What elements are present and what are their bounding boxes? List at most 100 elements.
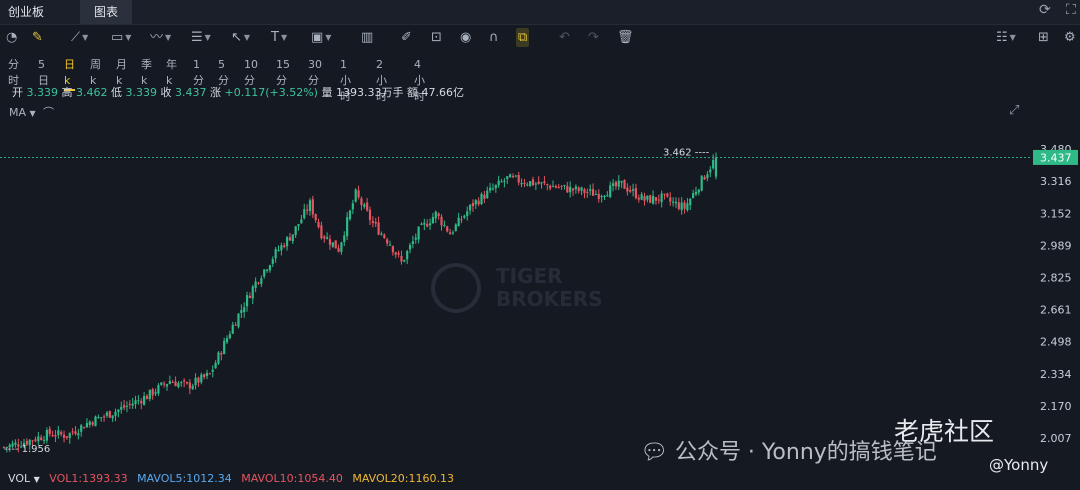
candle-body (646, 195, 649, 200)
candle-body (591, 189, 595, 196)
candle-body (589, 189, 592, 191)
candle-body (105, 412, 109, 416)
candle-body (203, 374, 206, 378)
caret-down-icon: ▼ (29, 109, 36, 118)
redo-icon[interactable]: ↷ (588, 28, 599, 47)
text-tool[interactable]: T ▼ (271, 28, 287, 47)
candle-body (388, 244, 392, 246)
candle-body (531, 179, 535, 186)
candle-body (323, 236, 326, 239)
tab-chart[interactable]: 图表 (80, 0, 132, 24)
candle-body (400, 255, 403, 262)
candle-body (611, 183, 615, 186)
indicator-selector[interactable]: MA ▼ ⌒ (9, 104, 54, 120)
candle-body (300, 219, 303, 224)
pencil-icon[interactable]: ✎ (32, 28, 43, 47)
y-tick-label: 2.661 (1040, 304, 1072, 317)
pattern-tool[interactable]: 〰 ▼ (150, 28, 171, 47)
candle-body (431, 216, 435, 224)
candle-body (188, 382, 191, 389)
candle-body (197, 377, 200, 383)
link-icon[interactable]: ⧉ (516, 28, 530, 47)
label-tool[interactable]: ▣ ▼ (311, 28, 331, 47)
candle-body (80, 425, 83, 432)
candle-body (560, 185, 563, 187)
candle-body (297, 224, 300, 227)
candle-body (114, 411, 117, 416)
candle-body (128, 403, 131, 405)
tiger-watermark: TIGER BROKERS (431, 263, 603, 313)
candle-body (120, 406, 123, 410)
candle-body (145, 395, 149, 400)
y-tick-label: 2.170 (1040, 400, 1072, 413)
candle-body (703, 176, 706, 180)
vol-selector[interactable]: VOL ▼ (8, 472, 40, 485)
candle-body (291, 234, 294, 242)
candle-body (594, 194, 598, 196)
candle-body (634, 188, 638, 199)
candle-body (183, 380, 186, 382)
candle-body (243, 307, 246, 313)
candle-body (694, 191, 698, 195)
candle-body (111, 415, 114, 419)
tab-chinext[interactable]: 创业板 (8, 0, 58, 24)
candle-body (285, 237, 289, 247)
candle-body (248, 295, 252, 298)
candle-body (543, 181, 546, 184)
candle-body (260, 278, 263, 284)
candle-body (617, 180, 620, 187)
fullscreen-icon[interactable]: ⛶ (1066, 2, 1076, 18)
candle-body (629, 189, 632, 192)
eraser-icon[interactable]: ✐ (401, 28, 412, 47)
candle-body (526, 184, 529, 186)
visibility-icon[interactable]: ⌒ (43, 106, 54, 119)
lock-icon[interactable]: ⊡ (431, 28, 442, 47)
candle-body (85, 423, 89, 428)
candle-body (377, 222, 380, 235)
volume-label: 量 (321, 86, 333, 99)
candle-body (597, 193, 600, 199)
eye-icon[interactable]: ◉ (460, 28, 471, 47)
grid-icon[interactable]: ⊞ (1038, 28, 1049, 47)
bar-chart-icon[interactable]: ▥ (361, 28, 373, 47)
undo-icon[interactable]: ↶ (559, 28, 570, 47)
candle-body (240, 310, 243, 313)
settings-icon[interactable]: ⚙ (1064, 28, 1076, 47)
candle-body (509, 174, 512, 178)
rectangle-tool[interactable]: ▭ ▼ (111, 28, 131, 47)
refresh-icon[interactable]: ⟳ (1039, 2, 1051, 18)
trash-icon[interactable]: 🗑︎ (617, 28, 634, 47)
low-label: 低 (111, 86, 122, 99)
candle-body (168, 380, 171, 384)
magnet-icon[interactable]: ∩ (489, 28, 499, 47)
expand-icon[interactable]: ⤢ (1009, 103, 1019, 118)
candle-body (654, 197, 658, 201)
open-label: 开 (12, 86, 23, 99)
wechat-icon: 💬︎ (640, 440, 668, 465)
candle-body (205, 372, 209, 377)
trendline-tool[interactable]: ⟋ ▼ (71, 28, 88, 47)
candle-body (397, 252, 400, 255)
candle-body (157, 385, 160, 394)
arrow-tool[interactable]: ↖ ▼ (231, 28, 250, 47)
candle-body (151, 389, 154, 396)
candle-body (94, 416, 97, 427)
candle-body (380, 233, 383, 235)
gauge-icon[interactable]: ◔ (6, 28, 17, 47)
candle-body (451, 232, 455, 234)
candle-body (649, 195, 652, 203)
candle-body (423, 222, 426, 225)
y-tick-label: 2.007 (1040, 432, 1072, 445)
candle-body (165, 384, 169, 387)
candle-body (403, 260, 406, 262)
watermark-tiger: TIGER (496, 264, 563, 288)
candle-body (574, 186, 577, 190)
candle-body (185, 381, 189, 384)
candle-body (623, 179, 626, 189)
candle-body (428, 223, 432, 226)
candle-body (417, 226, 420, 240)
candle-body (348, 210, 352, 220)
fib-tool[interactable]: ☰ ▼ (191, 28, 211, 47)
candle-body (557, 186, 560, 188)
layout-icon[interactable]: ☷ ▼ (996, 28, 1016, 47)
